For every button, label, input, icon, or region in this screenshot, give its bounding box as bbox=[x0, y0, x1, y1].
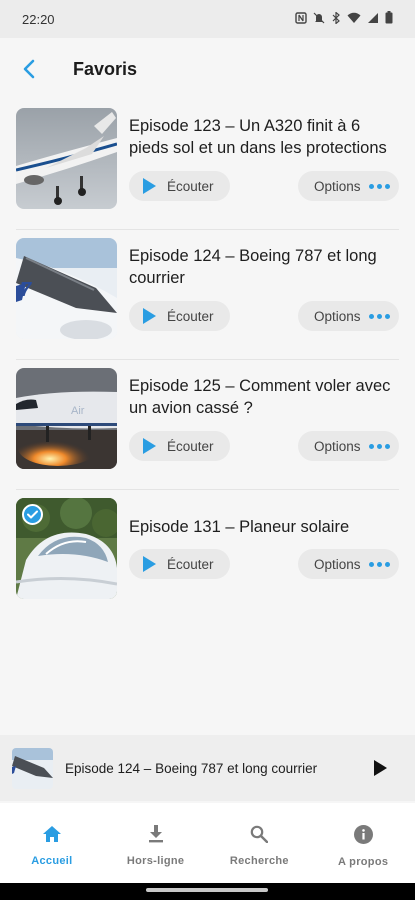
episode-title[interactable]: Episode 131 – Planeur solaire bbox=[129, 517, 399, 539]
play-icon bbox=[143, 178, 156, 194]
nav-label: Recherche bbox=[229, 855, 289, 867]
download-icon bbox=[148, 825, 163, 843]
listen-button[interactable]: Écouter bbox=[129, 171, 230, 201]
options-button[interactable]: Options bbox=[298, 301, 399, 331]
play-icon bbox=[143, 438, 156, 454]
episode-thumbnail: Air bbox=[16, 368, 117, 469]
listen-button[interactable]: Écouter bbox=[129, 431, 230, 461]
episode-thumbnail: 7 bbox=[16, 238, 117, 339]
chevron-left-icon bbox=[23, 59, 35, 79]
svg-text:Air: Air bbox=[71, 405, 85, 417]
listen-label: Écouter bbox=[167, 178, 214, 194]
svg-text:7: 7 bbox=[20, 279, 32, 301]
nav-item-hors-ligne[interactable]: Hors-ligne bbox=[104, 803, 208, 883]
wifi-icon bbox=[347, 12, 361, 27]
options-button[interactable]: Options bbox=[298, 171, 399, 201]
status-icons bbox=[295, 10, 393, 27]
bluetooth-icon bbox=[331, 10, 341, 27]
listen-label: Écouter bbox=[167, 556, 214, 572]
episode-thumbnail bbox=[16, 108, 117, 209]
back-button[interactable] bbox=[18, 58, 40, 80]
selected-check-icon[interactable] bbox=[22, 504, 43, 525]
listen-label: Écouter bbox=[167, 438, 214, 454]
options-label: Options bbox=[314, 556, 361, 572]
page-title: Favoris bbox=[73, 58, 138, 79]
home-icon bbox=[42, 826, 61, 842]
nav-label: Hors-ligne bbox=[126, 855, 185, 867]
mini-player-play-button[interactable] bbox=[374, 760, 387, 776]
episode-item[interactable]: 7 Episode 124 – Boeing 787 et long courr… bbox=[16, 230, 399, 360]
gesture-handle[interactable] bbox=[146, 888, 268, 892]
search-icon bbox=[251, 825, 269, 843]
episode-list: Episode 123 – Un A320 finit à 6 pieds so… bbox=[0, 100, 415, 620]
mini-player-title: Episode 124 – Boeing 787 et long courrie… bbox=[65, 760, 318, 776]
options-label: Options bbox=[314, 438, 361, 454]
status-bar: 22:20 bbox=[0, 0, 415, 38]
episode-thumbnail bbox=[16, 498, 117, 599]
mini-player-thumbnail bbox=[12, 747, 53, 789]
episode-title[interactable]: Episode 125 – Comment voler avec un avio… bbox=[129, 376, 399, 419]
system-gesture-bar bbox=[0, 883, 415, 900]
mini-player[interactable]: Episode 124 – Boeing 787 et long courrie… bbox=[0, 735, 415, 801]
bottom-nav: Accueil Hors-ligne Recherche A propos bbox=[0, 803, 415, 883]
nav-item-accueil[interactable]: Accueil bbox=[0, 803, 104, 883]
options-button[interactable]: Options bbox=[298, 431, 399, 461]
battery-icon bbox=[385, 11, 393, 27]
nav-label: A propos bbox=[337, 856, 389, 868]
app-bar: Favoris bbox=[0, 38, 415, 100]
more-dots-icon bbox=[368, 183, 390, 189]
listen-button[interactable]: Écouter bbox=[129, 549, 230, 579]
nav-label: Accueil bbox=[31, 855, 73, 867]
signal-icon bbox=[367, 12, 379, 27]
app-screen: 22:20 Favoris Episode 123 – Un A320 fini… bbox=[0, 0, 415, 900]
episode-item[interactable]: Episode 123 – Un A320 finit à 6 pieds so… bbox=[16, 100, 399, 230]
listen-button[interactable]: Écouter bbox=[129, 301, 230, 331]
options-label: Options bbox=[314, 178, 361, 194]
nav-item-a-propos[interactable]: A propos bbox=[311, 803, 415, 883]
status-time: 22:20 bbox=[22, 11, 55, 27]
listen-label: Écouter bbox=[167, 308, 214, 324]
options-label: Options bbox=[314, 308, 361, 324]
more-dots-icon bbox=[368, 561, 390, 567]
nav-item-recherche[interactable]: Recherche bbox=[208, 803, 312, 883]
mute-icon bbox=[313, 12, 325, 27]
play-icon bbox=[143, 556, 156, 572]
options-button[interactable]: Options bbox=[298, 549, 399, 579]
more-dots-icon bbox=[368, 443, 390, 449]
nfc-icon bbox=[295, 11, 307, 27]
info-icon bbox=[353, 825, 373, 844]
play-icon bbox=[143, 308, 156, 324]
episode-item[interactable]: Episode 131 – Planeur solaire Écouter Op… bbox=[16, 490, 399, 620]
episode-item[interactable]: Air Episode 125 – Comment voler avec un … bbox=[16, 360, 399, 490]
episode-title[interactable]: Episode 123 – Un A320 finit à 6 pieds so… bbox=[129, 116, 399, 159]
episode-title[interactable]: Episode 124 – Boeing 787 et long courrie… bbox=[129, 246, 399, 289]
more-dots-icon bbox=[368, 313, 390, 319]
